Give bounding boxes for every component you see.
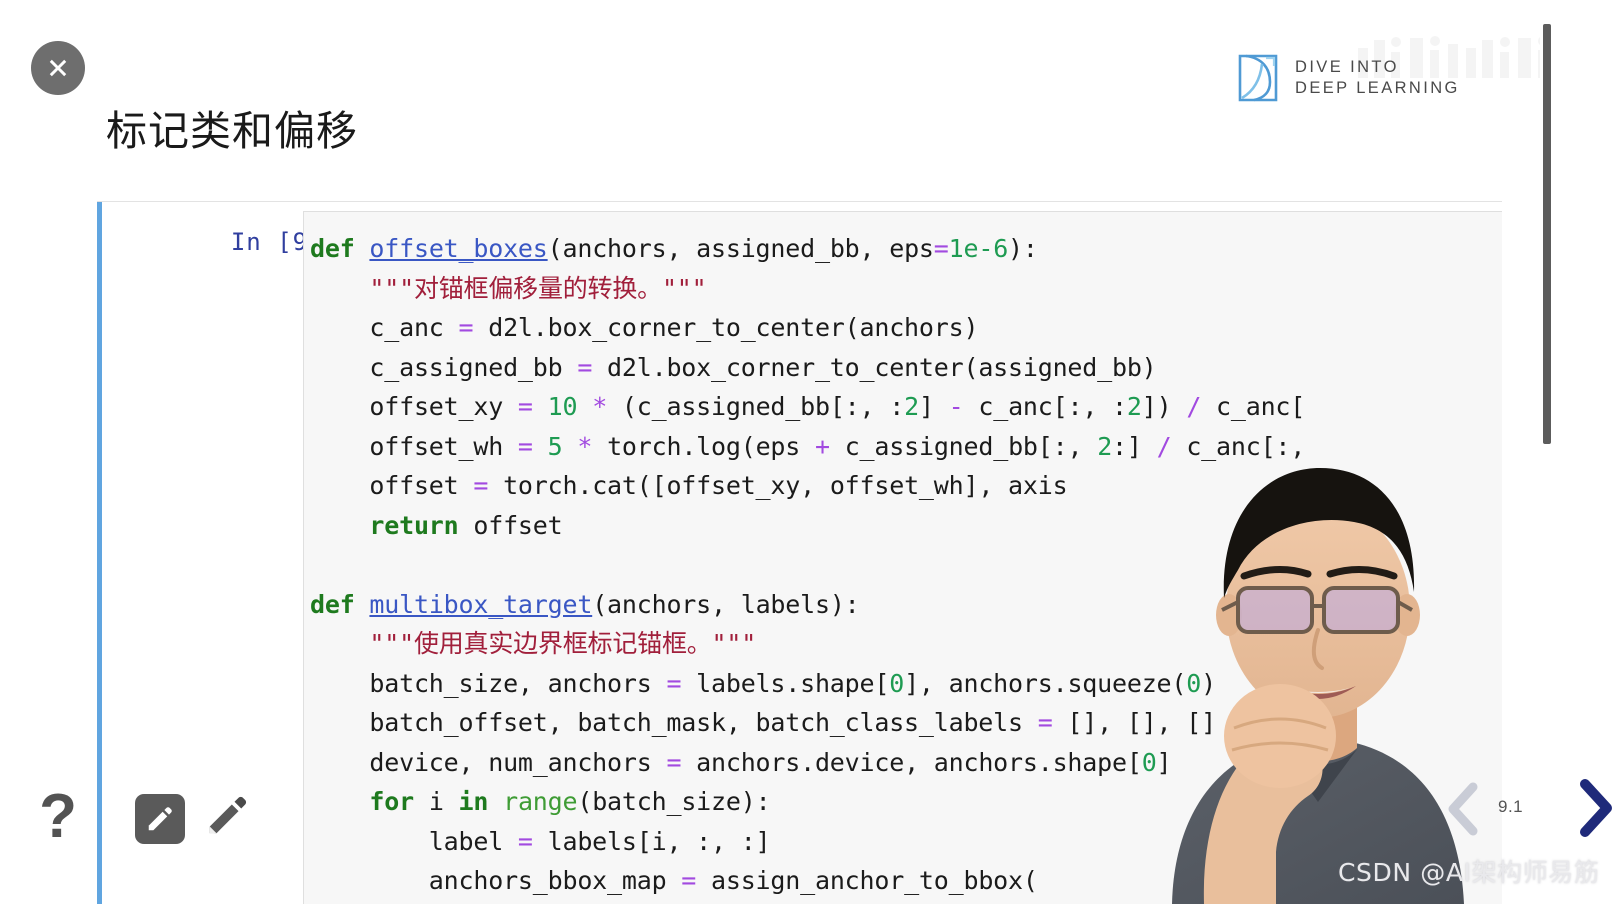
annotate-pen-button[interactable] [205, 792, 253, 840]
close-icon [49, 59, 67, 77]
vertical-scrollbar-thumb[interactable] [1543, 24, 1551, 444]
notebook-code-cell[interactable]: In [9]: def offset_boxes(anchors, assign… [97, 201, 1502, 904]
book-logo-icon [1238, 54, 1278, 102]
pen-tool-button[interactable] [135, 794, 185, 844]
csdn-watermark: CSDN @AI架构师易筋 [1338, 858, 1600, 887]
pencil-icon [148, 807, 172, 831]
pencil-icon [209, 796, 247, 834]
next-slide-button[interactable] [1573, 778, 1616, 838]
close-button[interactable] [31, 41, 85, 95]
logo-line-1: DIVE INTO [1295, 57, 1399, 76]
d2l-logo: DIVE INTO DEEP LEARNING [1236, 52, 1460, 104]
cell-selection-bar [97, 202, 102, 904]
source-code[interactable]: def offset_boxes(anchors, assigned_bb, e… [310, 229, 1305, 901]
slide-page-number: 9.1 [1498, 797, 1524, 816]
help-button[interactable]: ? [37, 786, 79, 848]
logo-line-2: DEEP LEARNING [1295, 79, 1460, 97]
previous-slide-button[interactable] [1443, 781, 1487, 837]
page-title: 标记类和偏移 [106, 107, 358, 155]
code-editor-area[interactable]: def offset_boxes(anchors, assigned_bb, e… [303, 211, 1502, 904]
